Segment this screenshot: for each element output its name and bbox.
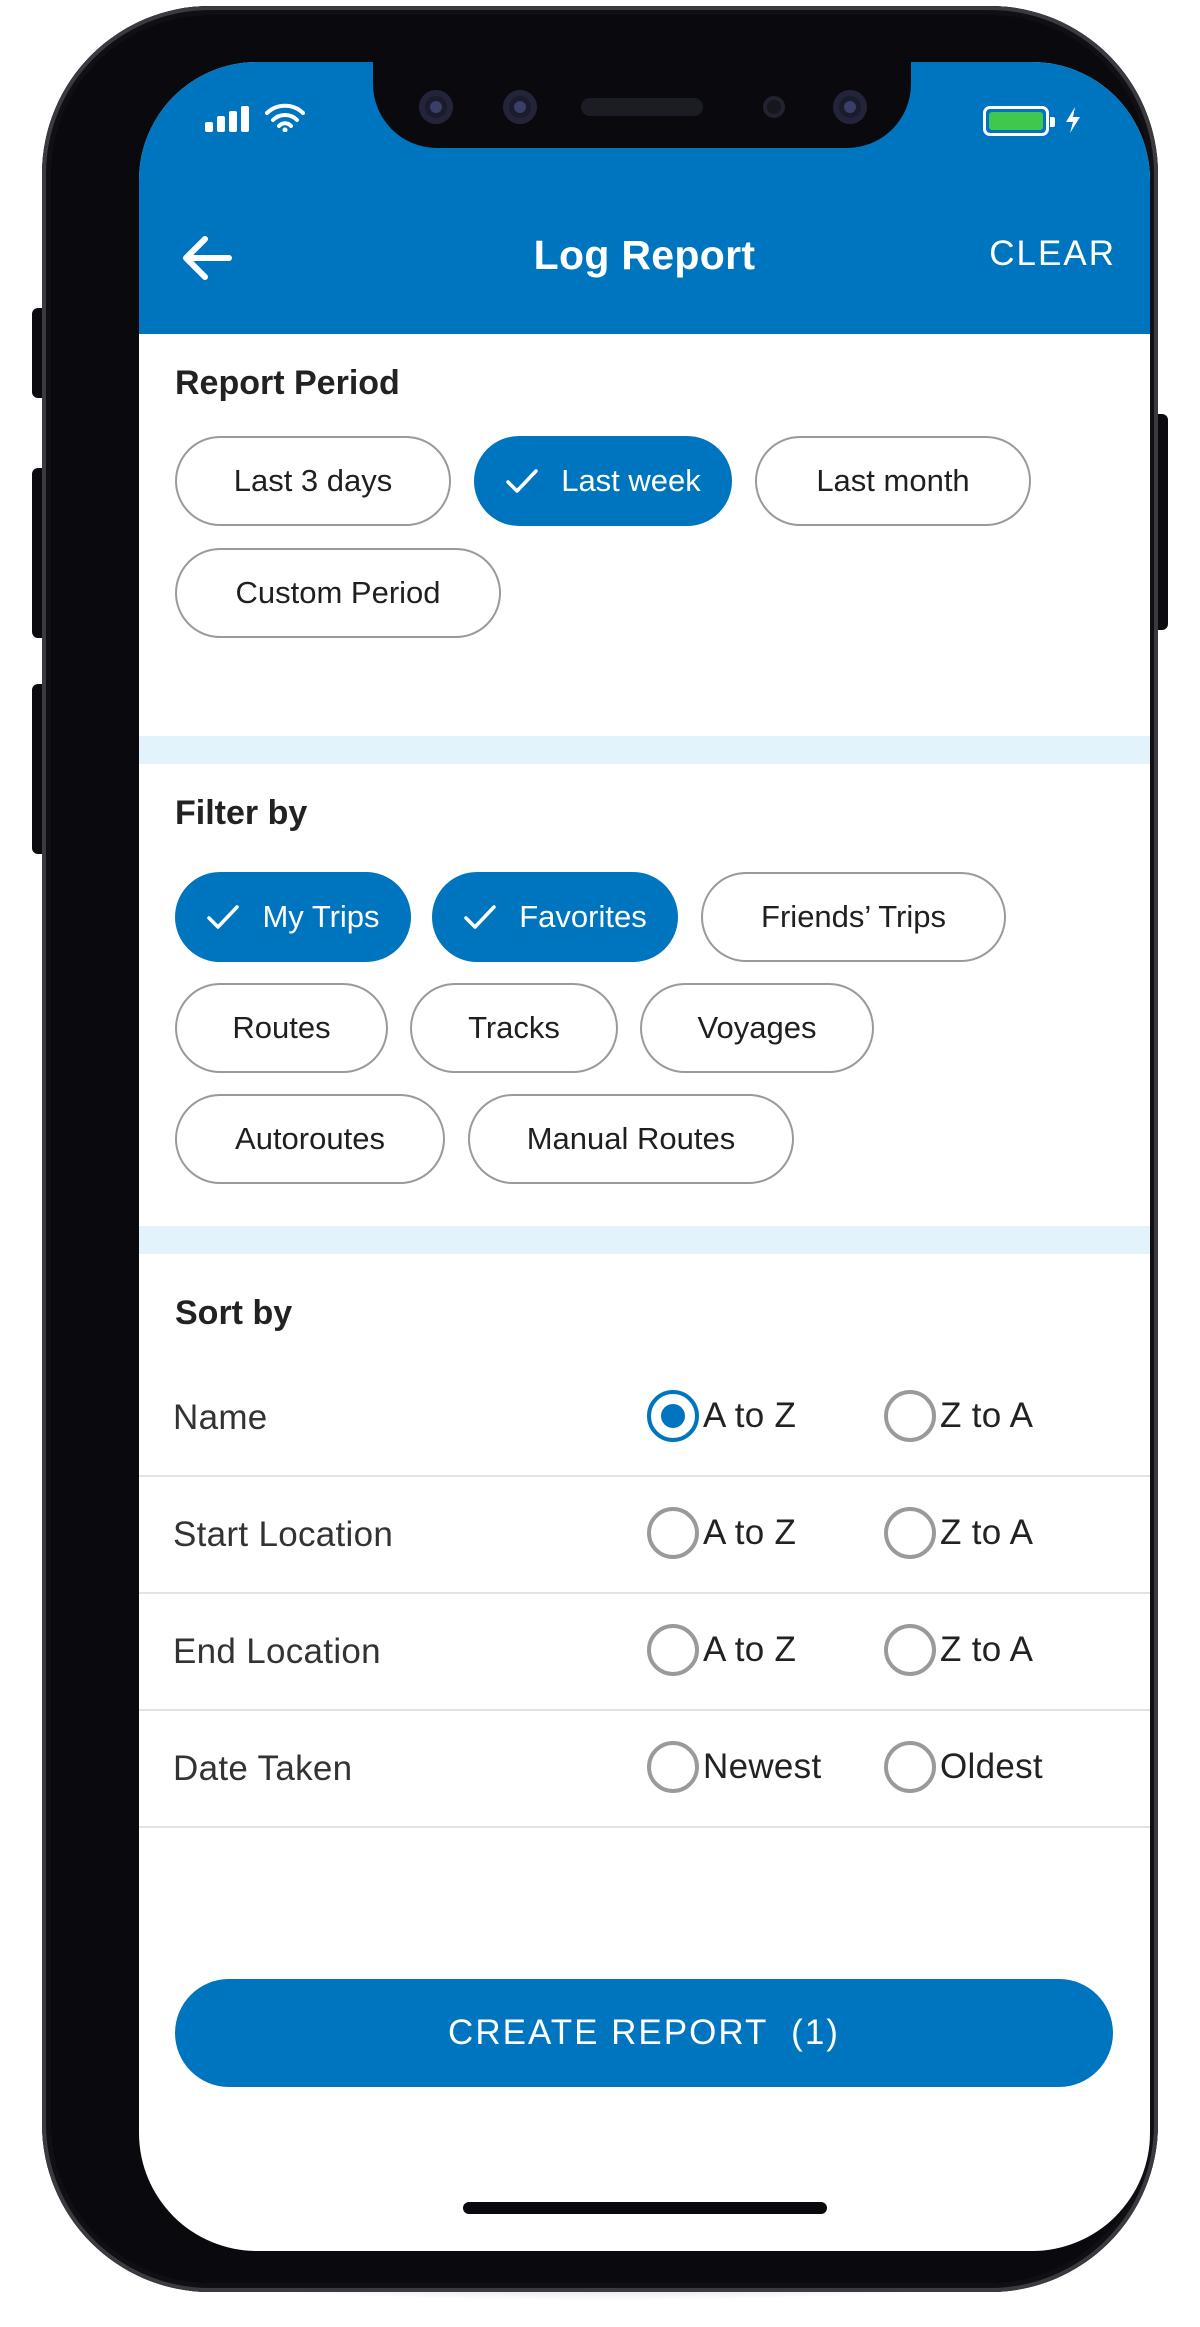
chip-label: Manual Routes xyxy=(526,1121,736,1156)
phone-screen: Log Report CLEAR Report Period Last 3 da… xyxy=(139,62,1150,2251)
phone-frame: Log Report CLEAR Report Period Last 3 da… xyxy=(42,6,1158,2292)
dot-projector xyxy=(833,90,867,124)
chip-label: Custom Period xyxy=(235,575,441,610)
chip-autoroutes[interactable]: Autoroutes xyxy=(175,1094,445,1184)
chip-label: My Trips xyxy=(262,899,380,934)
chip-label: Voyages xyxy=(697,1010,817,1045)
sort-row-end-location: End Location A to Z Z to A xyxy=(139,1594,1150,1711)
chip-label: Autoroutes xyxy=(235,1121,385,1156)
check-icon xyxy=(464,905,496,929)
chip-manual-routes[interactable]: Manual Routes xyxy=(468,1094,794,1184)
app-bar: Log Report CLEAR xyxy=(139,180,1150,334)
chip-last-week[interactable]: Last week xyxy=(474,436,732,526)
sort-title: Sort by xyxy=(175,1294,293,1332)
chip-label: Last month xyxy=(816,463,970,498)
radio-name-z-to-a[interactable]: Z to A xyxy=(884,1386,1033,1446)
chip-tracks[interactable]: Tracks xyxy=(410,983,618,1073)
chip-favorites[interactable]: Favorites xyxy=(432,872,678,962)
chip-friends-trips[interactable]: Friends’ Trips xyxy=(701,872,1006,962)
radio-start-a-to-z[interactable]: A to Z xyxy=(647,1503,796,1563)
radio-label: Z to A xyxy=(940,1630,1034,1669)
filter-title: Filter by xyxy=(175,794,308,832)
create-report-button[interactable]: CREATE REPORT (1) xyxy=(175,1979,1113,2087)
radio-label: A to Z xyxy=(703,1513,797,1552)
proximity-sensor xyxy=(763,96,785,118)
check-icon xyxy=(207,905,240,929)
check-icon xyxy=(506,469,538,493)
radio-selected-icon xyxy=(647,1390,699,1442)
chip-last-3-days[interactable]: Last 3 days xyxy=(175,436,451,526)
battery-icon xyxy=(983,106,1055,136)
chip-last-month[interactable]: Last month xyxy=(755,436,1031,526)
notch xyxy=(373,62,911,148)
earpiece-speaker xyxy=(581,98,703,116)
chip-label: Last 3 days xyxy=(233,463,393,498)
radio-unselected-icon xyxy=(647,1741,699,1793)
chip-label: Friends’ Trips xyxy=(761,899,946,934)
wifi-icon xyxy=(265,103,305,132)
front-sensor xyxy=(503,90,537,124)
radio-label: Oldest xyxy=(940,1747,1043,1786)
radio-unselected-icon xyxy=(647,1624,699,1676)
sort-row-name: Name A to Z Z to A xyxy=(139,1360,1150,1477)
chip-label: Last week xyxy=(561,463,701,498)
charging-icon xyxy=(1066,107,1080,133)
create-report-label: CREATE REPORT (1) xyxy=(448,2013,840,2052)
radio-label: A to Z xyxy=(703,1630,797,1669)
chip-voyages[interactable]: Voyages xyxy=(640,983,874,1073)
radio-unselected-icon xyxy=(884,1624,936,1676)
radio-end-a-to-z[interactable]: A to Z xyxy=(647,1620,796,1680)
radio-label: Newest xyxy=(703,1747,822,1786)
radio-name-a-to-z[interactable]: A to Z xyxy=(647,1386,796,1446)
front-camera xyxy=(419,90,453,124)
chip-my-trips[interactable]: My Trips xyxy=(175,872,411,962)
sort-row-label: Start Location xyxy=(173,1515,394,1554)
radio-date-oldest[interactable]: Oldest xyxy=(884,1737,1043,1797)
radio-unselected-icon xyxy=(884,1507,936,1559)
sort-row-label: Date Taken xyxy=(173,1749,353,1788)
chip-routes[interactable]: Routes xyxy=(175,983,388,1073)
sort-section: Sort by Name A to Z Z to A Start Locatio… xyxy=(139,1254,1150,1828)
radio-date-newest[interactable]: Newest xyxy=(647,1737,822,1797)
chip-label: Tracks xyxy=(468,1010,560,1045)
radio-unselected-icon xyxy=(884,1390,936,1442)
radio-unselected-icon xyxy=(884,1741,936,1793)
report-period-section: Report Period Last 3 days Last week Last… xyxy=(139,334,1150,736)
clear-button[interactable]: CLEAR xyxy=(989,234,1116,274)
filter-section: Filter by My Trips Favorites Friends’ Tr… xyxy=(139,764,1150,1224)
radio-unselected-icon xyxy=(647,1507,699,1559)
status-bar xyxy=(139,62,1150,180)
sort-row-label: Name xyxy=(173,1398,268,1437)
signal-icon xyxy=(205,106,249,132)
section-divider xyxy=(139,736,1150,764)
sort-row-label: End Location xyxy=(173,1632,381,1671)
report-period-title: Report Period xyxy=(175,364,400,402)
radio-end-z-to-a[interactable]: Z to A xyxy=(884,1620,1033,1680)
chip-custom-period[interactable]: Custom Period xyxy=(175,548,501,638)
radio-start-z-to-a[interactable]: Z to A xyxy=(884,1503,1033,1563)
chip-label: Favorites xyxy=(519,899,647,934)
radio-label: A to Z xyxy=(703,1396,797,1435)
home-indicator[interactable] xyxy=(463,2202,827,2214)
radio-label: Z to A xyxy=(940,1513,1034,1552)
chip-label: Routes xyxy=(232,1010,331,1045)
radio-label: Z to A xyxy=(940,1396,1034,1435)
sort-row-date-taken: Date Taken Newest Oldest xyxy=(139,1711,1150,1828)
section-divider xyxy=(139,1226,1150,1254)
sort-row-start-location: Start Location A to Z Z to A xyxy=(139,1477,1150,1594)
